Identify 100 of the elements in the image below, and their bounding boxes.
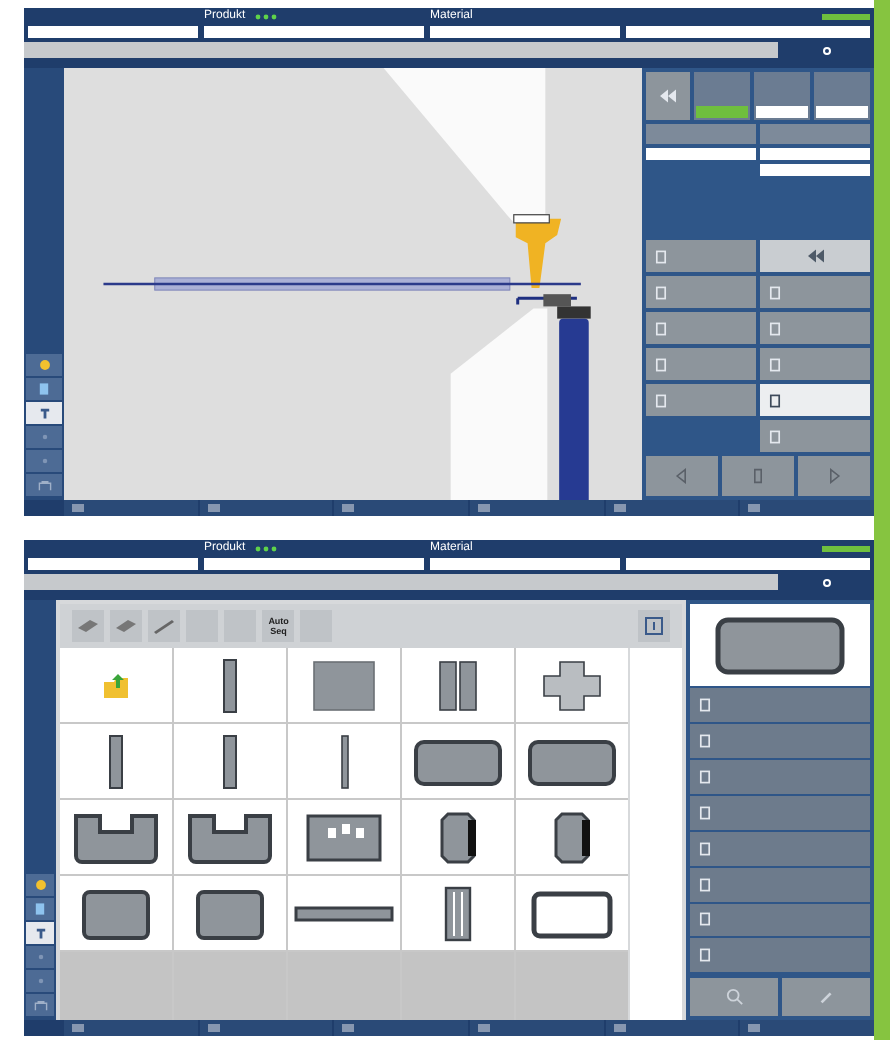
text-field[interactable] — [28, 26, 198, 38]
part-tile[interactable] — [174, 876, 287, 950]
status-dots-icon — [253, 546, 278, 552]
menu-icon — [207, 504, 220, 512]
function-button[interactable] — [760, 384, 870, 416]
part-tile[interactable] — [288, 648, 401, 722]
rewind-icon — [805, 248, 825, 264]
value-field[interactable] — [760, 148, 870, 160]
wrench-icon — [817, 988, 836, 1007]
sidebar-button[interactable] — [26, 354, 62, 376]
action-button[interactable] — [690, 831, 870, 866]
back-button[interactable] — [646, 72, 690, 120]
view-icon — [644, 616, 665, 636]
text-field[interactable] — [430, 558, 620, 570]
footer-button[interactable] — [469, 500, 604, 516]
footer-button[interactable] — [334, 1020, 468, 1036]
sidebar-button[interactable] — [26, 994, 55, 1016]
footer-button[interactable] — [199, 500, 333, 516]
text-field[interactable] — [28, 558, 198, 570]
menu-icon — [613, 1024, 626, 1032]
pen-icon — [152, 618, 177, 634]
back-button[interactable] — [760, 240, 870, 272]
value-field[interactable] — [816, 106, 868, 118]
part-tile[interactable] — [288, 724, 401, 798]
part-tile[interactable] — [402, 648, 515, 722]
part-tile[interactable] — [60, 876, 173, 950]
value-field[interactable] — [696, 106, 748, 118]
footer-button[interactable] — [605, 500, 739, 516]
menu-icon — [72, 1024, 84, 1032]
action-button[interactable] — [690, 688, 870, 723]
footer-button[interactable] — [605, 1020, 739, 1036]
action-button[interactable] — [690, 867, 870, 901]
function-button[interactable] — [646, 312, 756, 344]
function-button[interactable] — [760, 420, 870, 452]
sidebar-button[interactable] — [26, 898, 55, 920]
dot-icon — [41, 458, 47, 464]
frame-icon — [37, 479, 51, 491]
menu-icon — [207, 1024, 220, 1032]
tool-button[interactable] — [72, 610, 105, 642]
settings-button[interactable] — [778, 574, 874, 590]
part-tile[interactable] — [402, 876, 515, 950]
footer-button[interactable] — [334, 500, 468, 516]
sidebar-button[interactable] — [26, 922, 55, 944]
part-tile[interactable] — [174, 800, 287, 874]
action-button[interactable] — [690, 938, 870, 973]
value-field[interactable] — [756, 106, 808, 118]
part-tile[interactable] — [402, 800, 515, 874]
function-button[interactable] — [760, 348, 870, 380]
value-field[interactable] — [760, 164, 870, 176]
meter-icon — [822, 546, 870, 552]
dot-icon — [37, 978, 44, 984]
view-button[interactable] — [638, 610, 671, 642]
part-tile[interactable] — [60, 648, 173, 722]
footer-button[interactable] — [64, 500, 198, 516]
footer-button[interactable] — [469, 1020, 604, 1036]
text-field[interactable] — [430, 26, 620, 38]
function-button[interactable] — [760, 312, 870, 344]
next-button[interactable] — [798, 456, 870, 496]
part-tile[interactable] — [402, 724, 515, 798]
function-button[interactable] — [646, 348, 756, 380]
part-tile[interactable] — [174, 724, 287, 798]
tool-button[interactable] — [148, 610, 181, 642]
menu-icon — [613, 504, 626, 512]
previous-button[interactable] — [646, 456, 718, 496]
part-tile[interactable] — [516, 800, 629, 874]
search-icon — [725, 988, 744, 1007]
menu-icon — [342, 504, 355, 512]
frame-icon — [33, 999, 48, 1011]
part-tile[interactable] — [60, 800, 173, 874]
zoom-button[interactable] — [690, 978, 779, 1016]
menu-icon — [477, 1024, 490, 1032]
footer-button[interactable] — [199, 1020, 333, 1036]
tool-button[interactable] — [110, 610, 143, 642]
footer-button[interactable] — [64, 1020, 198, 1036]
part-tile[interactable] — [288, 876, 401, 950]
settings-icon — [821, 577, 831, 587]
part-tile[interactable] — [516, 724, 629, 798]
page-icon — [34, 902, 47, 916]
sidebar-button[interactable] — [26, 874, 55, 896]
part-tile[interactable] — [516, 876, 629, 950]
action-button[interactable] — [690, 795, 870, 830]
folder-icon — [102, 671, 131, 699]
action-button[interactable] — [690, 903, 870, 937]
text-field[interactable] — [626, 26, 870, 38]
footer-button[interactable] — [740, 1020, 874, 1036]
footer-button[interactable] — [740, 500, 874, 516]
part-tile[interactable] — [516, 648, 629, 722]
text-field[interactable] — [204, 26, 424, 38]
settings-button[interactable] — [778, 42, 874, 58]
bar-part-drawing — [222, 657, 239, 713]
text-field[interactable] — [626, 558, 870, 570]
column-header — [646, 124, 756, 144]
part-tile[interactable] — [60, 724, 173, 798]
function-button[interactable] — [646, 384, 756, 416]
value-field[interactable] — [646, 148, 756, 160]
sidebar-button[interactable] — [26, 402, 62, 424]
step-button[interactable] — [722, 456, 794, 496]
part-tile[interactable] — [174, 648, 287, 722]
text-field[interactable] — [204, 558, 424, 570]
part-tile[interactable] — [288, 800, 401, 874]
